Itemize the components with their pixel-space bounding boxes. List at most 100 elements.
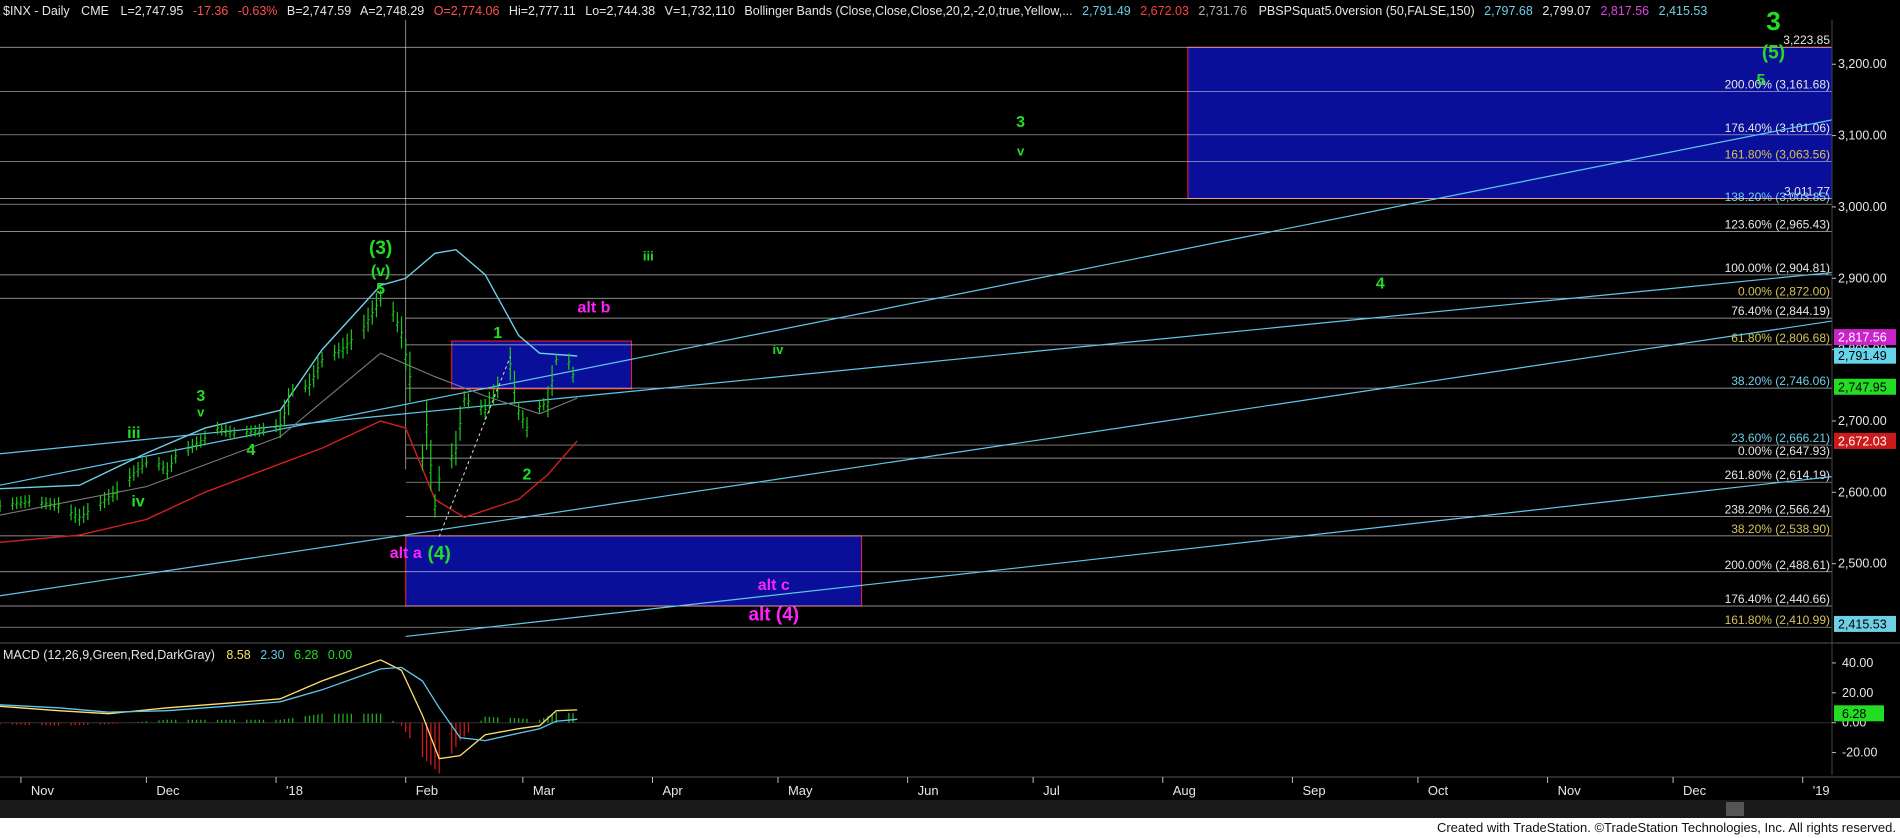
price-tick-label-7: 3,200.00 [1838,57,1887,71]
top-level-label: 3,223.85 [1783,33,1830,47]
month-label-1: Dec [156,783,180,798]
fib-label-16: 200.00% (2,488.61) [1725,558,1830,572]
wave-label-13: 3 [196,388,205,405]
price-tick-label-2: 2,700.00 [1838,414,1887,428]
bid-price: B=2,747.59 [287,4,351,18]
wave-label-21: alt c [758,577,790,594]
wave-label-10: alt b [577,300,610,317]
high-price: Hi=2,777.11 [509,4,576,18]
fib-label-15: 38.20% (2,538.90) [1731,522,1830,536]
macd-tick-label-0: -20.00 [1842,746,1877,760]
wave-label-16: 4 [247,442,256,459]
squat-value-3: 2,817.56 [1600,4,1649,18]
wave-label-19: alt a [390,545,422,562]
price-tick-label-6: 3,100.00 [1838,129,1887,143]
squat-study-label: PBSPSquat5.0version (50,FALSE,150) [1259,4,1475,18]
price-tag-4: 2,415.53 [1838,617,1887,631]
price-tick-label-5: 3,000.00 [1838,200,1887,214]
month-label-0: Nov [31,783,55,798]
month-label-3: Feb [416,783,438,798]
macd-study-label: MACD (12,26,9,Green,Red,DarkGray) [3,648,215,662]
squat-value-4: 2,415.53 [1659,4,1708,18]
chart-canvas[interactable]: 200.00% (3,161.68)176.40% (3,101.06)161.… [0,0,1900,818]
wave-label-2: 5 [1756,72,1765,89]
wave-label-5: iii [643,248,654,263]
fib-label-14: 238.20% (2,566.24) [1725,502,1830,516]
wave-label-11: 1 [493,325,502,342]
footer-credit-text: Created with TradeStation. ©TradeStation… [1436,820,1896,835]
month-label-6: May [788,783,813,798]
bb-study-label: Bollinger Bands (Close,Close,Close,20,2,… [744,4,1072,18]
fib-label-6: 100.00% (2,904.81) [1725,261,1830,275]
fib-label-10: 38.20% (2,746.06) [1731,374,1830,388]
month-label-13: Dec [1683,783,1707,798]
macd-tick-label-2: 20.00 [1842,686,1873,700]
month-label-4: Mar [533,783,556,798]
chart-header: $INX - Daily CME L=2,747.95 -17.36 -0.63… [3,4,1707,18]
macd-tag: 6.28 [1842,707,1866,721]
fib-label-4: 3,011.77 [1784,185,1830,199]
price-tick-label-1: 2,600.00 [1838,485,1887,499]
macd-tick-label-3: 40.00 [1842,656,1873,670]
low-price: Lo=2,744.38 [585,4,655,18]
wave-label-0: 3 [1766,6,1780,36]
volume: V=1,732,110 [665,4,735,18]
macd-header: MACD (12,26,9,Green,Red,DarkGray) 8.58 2… [3,648,352,662]
net-change: -17.36 [193,4,228,18]
fib-label-17: 176.40% (2,440.66) [1725,592,1830,606]
target-box-1 [405,535,863,607]
price-tag-2: 2,747.95 [1838,380,1887,394]
month-label-12: Nov [1558,783,1582,798]
wave-label-20: (4) [428,543,451,564]
fib-label-13: 261.80% (2,614.19) [1725,468,1830,482]
footer-credit: Created with TradeStation. ©TradeStation… [0,818,1900,838]
wave-label-7: (3) [369,238,392,259]
wave-label-12: iv [773,342,785,357]
squat-value-1: 2,797.68 [1484,4,1533,18]
fib-label-7: 0.00% (2,872.00) [1738,284,1830,298]
month-label-8: Jul [1043,783,1060,798]
fib-label-12: 0.00% (2,647.93) [1738,444,1830,458]
month-label-5: Apr [662,783,683,798]
scrollbar-thumb [1726,802,1744,816]
month-label-11: Oct [1428,783,1449,798]
macd-zero-value: 0.00 [328,648,352,662]
wave-label-4: v [1017,144,1025,159]
price-tick-label-0: 2,500.00 [1838,557,1887,571]
wave-label-6: 4 [1376,275,1385,292]
bb-mid-value: 2,731.76 [1198,4,1247,18]
price-tick-label-4: 2,900.00 [1838,271,1887,285]
price-tag-3: 2,672.03 [1838,434,1887,448]
macd-value: 8.58 [226,648,250,662]
bb-lower-value: 2,672.03 [1140,4,1189,18]
ask-price: A=2,748.29 [360,4,424,18]
wave-label-17: iv [131,494,144,511]
squat-value-2: 2,799.07 [1542,4,1591,18]
month-label-14: '19 [1813,783,1830,798]
last-price: L=2,747.95 [120,4,183,18]
chart-window: 200.00% (3,161.68) 176.40% (3,101.06) 161.… [0,0,1900,838]
wave-label-15: iii [127,425,140,442]
macd-hist-value: 6.28 [294,648,318,662]
wave-label-8: (v) [371,263,391,280]
wave-label-9: 5 [376,281,385,298]
pct-change: -0.63% [238,4,278,18]
fib-label-18: 161.80% (2,410.99) [1725,613,1830,627]
price-tag-0: 2,817.56 [1838,331,1887,345]
month-label-10: Sep [1302,783,1325,798]
wave-label-1: (5) [1762,43,1785,64]
fib-label-11: 23.60% (2,666.21) [1731,431,1830,445]
open-price: O=2,774.06 [434,4,500,18]
macd-signal-value: 2.30 [260,648,284,662]
wave-label-14: v [197,405,205,420]
price-tag-1: 2,791.49 [1838,349,1887,363]
fib-label-2: 161.80% (3,063.56) [1725,148,1830,162]
wave-label-3: 3 [1016,114,1025,131]
fib-label-8: 76.40% (2,844.19) [1731,304,1830,318]
scrollbar-track [0,800,1900,818]
fib-label-5: 123.60% (2,965.43) [1725,218,1830,232]
wave-label-18: 2 [523,466,532,483]
month-label-2: '18 [286,783,303,798]
wave-label-22: alt (4) [748,605,799,626]
fib-label-0: 200.00% (3,161.68) [1725,78,1830,92]
